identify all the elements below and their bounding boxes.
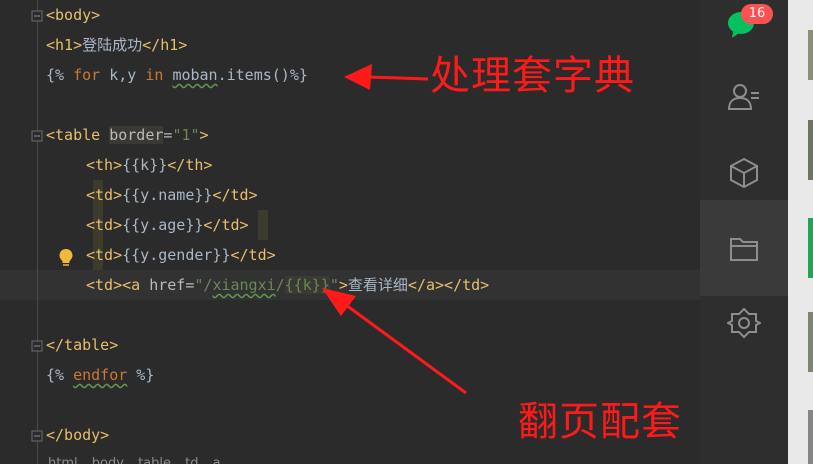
arrow-top-head: [344, 64, 372, 90]
arrow-top-shaft: [367, 75, 429, 81]
thumb-block: [808, 218, 813, 278]
cube-icon[interactable]: [727, 156, 761, 190]
thumb-block: [808, 410, 813, 464]
annotation-bottom: 翻页配套: [518, 399, 682, 445]
annotation-top: 处理套字典: [430, 53, 635, 99]
folder-icon[interactable]: [727, 232, 761, 266]
thumb-block: [808, 30, 813, 80]
arrow-bottom-head: [322, 288, 356, 316]
contacts-icon[interactable]: [727, 80, 761, 114]
unread-badge: 16: [741, 4, 773, 24]
settings-hexagon-icon[interactable]: [727, 306, 761, 340]
thumb-block: [808, 120, 813, 180]
thumb-block: [808, 312, 813, 372]
arrow-bottom-shaft: [345, 303, 467, 395]
background-window-strip: [788, 0, 813, 464]
app-sidebar: 16: [700, 0, 788, 464]
